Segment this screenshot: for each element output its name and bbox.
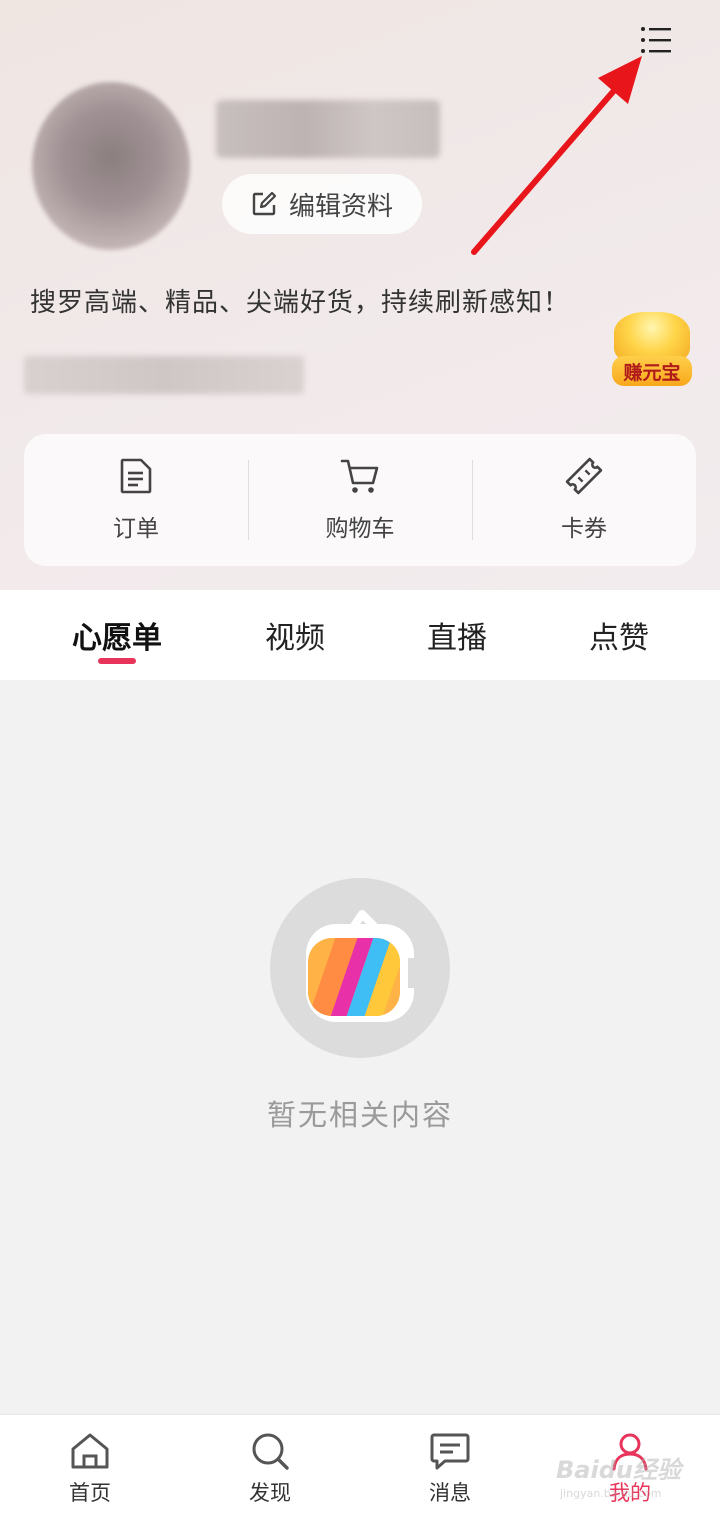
shopping-cart-icon (340, 459, 379, 493)
earn-badge-label: 赚元宝 (612, 356, 692, 386)
nav-label: 发现 (249, 1481, 291, 1505)
tv-logo-icon (306, 910, 422, 1022)
earn-ingot-badge[interactable]: 赚元宝 (612, 312, 692, 388)
empty-state-illustration (270, 878, 450, 1058)
profile-slogan: 搜罗高端、精品、尖端好货，持续刷新感知！ (30, 288, 571, 318)
content-tabs: 心愿单 视频 直播 点赞 (0, 590, 720, 680)
quick-action-label: 订单 (113, 516, 159, 542)
baidu-watermark-url: jingyan.baidu.com (560, 1487, 662, 1500)
nav-messages[interactable]: 消息 (400, 1431, 500, 1515)
tab-wishlist[interactable]: 心愿单 (62, 590, 172, 680)
search-icon (252, 1433, 289, 1470)
order-document-icon (120, 458, 152, 494)
tab-videos[interactable]: 视频 (250, 590, 340, 680)
annotation-arrow (471, 56, 642, 255)
nav-label: 首页 (69, 1481, 111, 1505)
quick-action-label: 卡券 (561, 516, 607, 542)
tab-likes[interactable]: 点赞 (574, 590, 664, 680)
message-icon (430, 1433, 470, 1470)
quick-actions-card: 订单 购物车 卡券 (24, 434, 696, 566)
quick-action-label: 购物车 (325, 516, 395, 542)
quick-action-cart[interactable]: 购物车 (248, 434, 472, 566)
empty-state-message: 暂无相关内容 (266, 1098, 453, 1132)
quick-action-orders[interactable]: 订单 (24, 434, 248, 566)
tab-live[interactable]: 直播 (412, 590, 502, 680)
nav-home[interactable]: 首页 (40, 1431, 140, 1515)
quick-action-coupons[interactable]: 卡券 (472, 434, 696, 566)
profile-header: 编辑资料 搜罗高端、精品、尖端好货，持续刷新感知！ 赚元宝 订单 购物车 卡券 (0, 0, 720, 590)
user-id-blurred (24, 356, 304, 394)
home-icon (71, 1433, 109, 1469)
nav-discover[interactable]: 发现 (220, 1431, 320, 1515)
baidu-watermark: Baidu经验 (556, 1456, 681, 1484)
ticket-coupon-icon (565, 457, 603, 495)
active-tab-indicator (98, 658, 136, 664)
nav-label: 消息 (429, 1481, 471, 1505)
